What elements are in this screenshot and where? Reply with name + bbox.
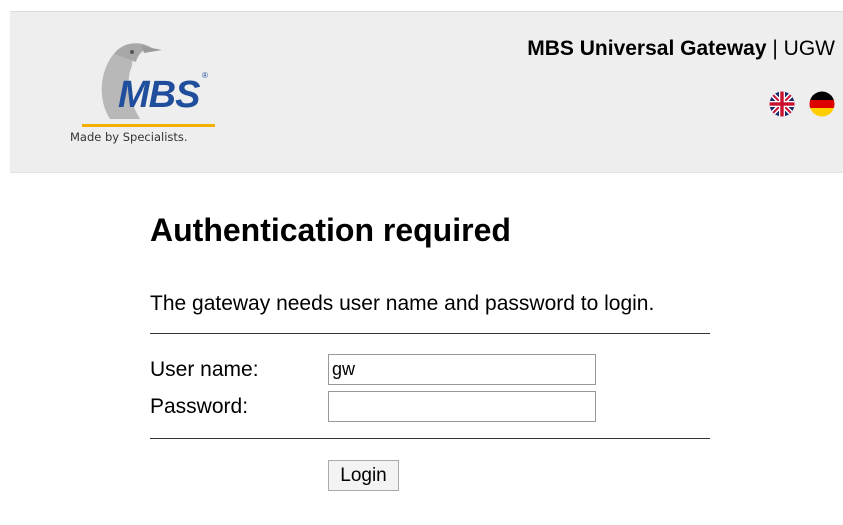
- product-title: MBS Universal Gateway | UGW: [527, 37, 835, 61]
- password-label: Password:: [150, 395, 249, 418]
- language-switcher: [759, 91, 835, 122]
- product-short: UGW: [783, 37, 835, 60]
- logo-brand-text: MBS: [118, 74, 200, 116]
- logo-underline: [82, 124, 215, 127]
- login-description: The gateway needs user name and password…: [150, 292, 655, 315]
- username-input[interactable]: [328, 354, 596, 385]
- password-input[interactable]: [328, 391, 596, 422]
- page-header: MBS ® Made by Specialists. MBS Universal…: [10, 11, 843, 173]
- registered-mark: ®: [202, 71, 208, 80]
- logo-tagline: Made by Specialists.: [70, 130, 188, 144]
- username-label: User name:: [150, 358, 259, 381]
- title-separator: |: [772, 37, 778, 60]
- divider-top: [150, 333, 710, 334]
- uk-flag-icon[interactable]: [769, 91, 795, 117]
- login-button[interactable]: Login: [328, 460, 399, 491]
- divider-bottom: [150, 438, 710, 439]
- german-flag-icon[interactable]: [809, 91, 835, 117]
- page-title: Authentication required: [150, 212, 511, 248]
- product-name: MBS Universal Gateway: [527, 37, 767, 60]
- login-panel: Authentication required The gateway need…: [150, 212, 710, 491]
- mbs-logo: MBS ® Made by Specialists.: [70, 34, 230, 149]
